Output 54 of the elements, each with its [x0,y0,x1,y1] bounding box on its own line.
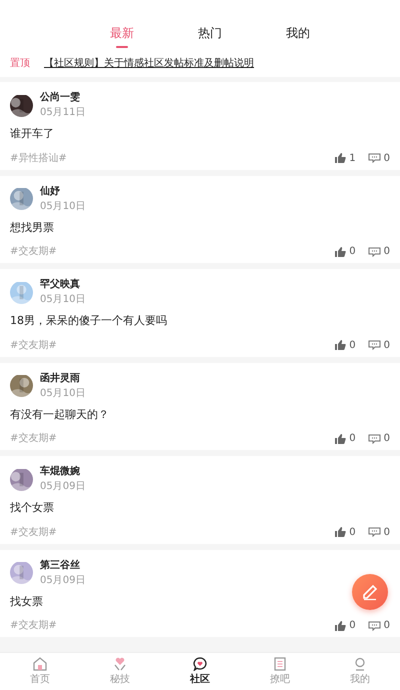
author-name: 罕父映真 [40,278,81,292]
like-button[interactable]: 0 [335,431,356,446]
home-icon [33,656,47,670]
like-button[interactable]: 0 [335,618,356,633]
heart-icon [113,656,127,670]
thumbs-up-icon [335,153,346,163]
like-button[interactable]: 0 [335,338,356,352]
comment-button[interactable]: 0 [368,618,390,633]
pinned-post-link[interactable]: 【社区规则】关于情感社区发帖标准及删帖说明 [44,56,254,71]
tab[interactable]: 最新 [78,20,166,54]
comment-icon [368,340,381,350]
author-name: 仙妤 [40,184,61,198]
nav-tab[interactable]: 社区 [160,653,240,690]
post-date: 05月09日 [40,574,86,588]
user-icon [353,656,367,670]
tab[interactable]: 热门 [166,20,254,54]
thumbs-up-icon [335,434,346,444]
like-button[interactable]: 1 [335,150,356,166]
post-text: 谁开车了 [10,126,55,142]
post-text: 有没有一起聊天的？ [10,406,110,422]
thumbs-up-icon [335,527,346,537]
comment-icon [368,620,381,630]
post-text: 想找男票 [10,220,55,236]
thumbs-up-icon [335,246,346,256]
comment-button[interactable]: 0 [368,244,390,259]
chat-heart-icon [193,656,207,670]
thumbs-up-icon [335,620,346,630]
pencil-icon [361,583,379,601]
comment-button[interactable]: 0 [368,338,390,352]
author-name: 公尚一雯 [40,90,81,105]
comment-icon [368,246,381,256]
comment-button[interactable]: 0 [368,150,390,166]
author-name: 车焜微婉 [40,464,81,479]
comment-button[interactable]: 0 [368,431,390,446]
comment-icon [368,434,381,444]
post-text: 找女票 [10,594,44,610]
tab[interactable]: 我的 [254,20,342,54]
post-date: 05月10日 [40,386,86,400]
like-button[interactable]: 0 [335,524,356,540]
post-text: 找个女票 [10,500,55,516]
like-button[interactable]: 0 [335,244,356,259]
document-icon [273,656,287,670]
author-name: 第三谷丝 [40,558,81,572]
thumbs-up-icon [335,340,346,350]
comment-button[interactable]: 0 [368,524,390,540]
pinned-label: 置顶 [10,56,30,71]
post-text: 18男，呆呆的傻子一个有人要吗 [10,313,168,329]
comment-icon [368,153,381,163]
post-date: 05月10日 [40,293,86,307]
post-date: 05月11日 [40,106,86,120]
post-date: 05月09日 [40,480,86,494]
post-date: 05月10日 [40,200,86,214]
author-name: 函井灵雨 [40,372,81,386]
comment-icon [368,527,381,537]
